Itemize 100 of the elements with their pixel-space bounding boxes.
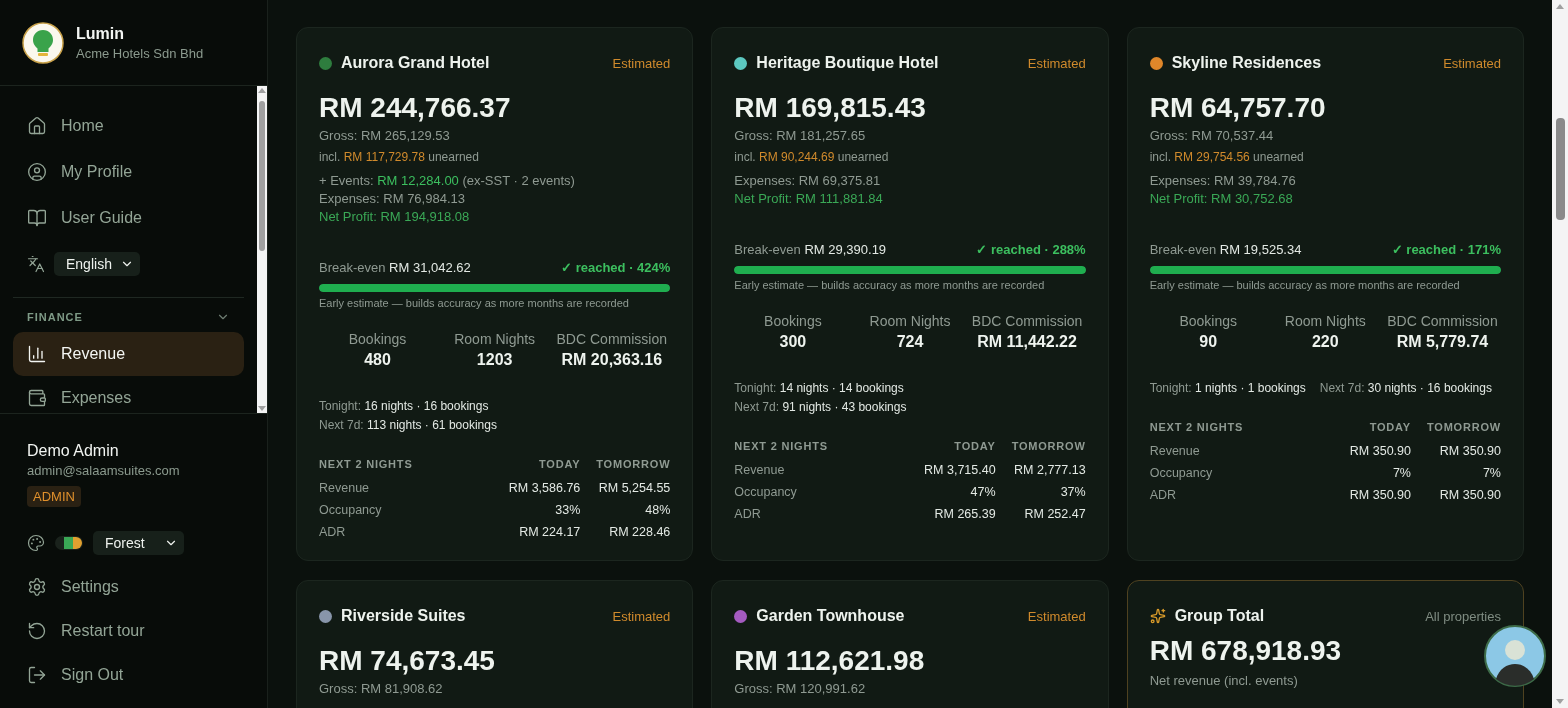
net-revenue: RM 74,673.45	[319, 645, 496, 677]
stat-label: BDC Commission	[556, 331, 667, 347]
schedule-line: Next 7d: 113 nights · 61 bookings	[319, 418, 497, 432]
events-line: + Events: RM 12,284.00 (ex-SST · 2 events)	[319, 173, 576, 188]
estimate-label: Estimated	[1443, 55, 1501, 71]
table-cell: RM 350.90	[1349, 488, 1411, 502]
unearned-line: incl. RM 90,244.69 unearned	[734, 150, 890, 164]
table-cell-text: RM 224.17	[518, 525, 581, 539]
property-name: Garden Townhouse	[756, 607, 905, 625]
stat-label: Room Nights	[1284, 313, 1366, 329]
sidebar-action[interactable]: Settings	[13, 565, 254, 609]
nav-icon	[27, 162, 47, 182]
table-cell-text: 48%	[644, 503, 671, 517]
estimate-note: Early estimate — builds accuracy as more months are recorded	[319, 297, 630, 309]
net-revenue: RM 169,815.43	[734, 92, 927, 124]
sparkle-icon	[1149, 608, 1166, 624]
property-name: Skyline Residences	[1171, 54, 1322, 72]
unearned-line: incl. RM 29,754.56 unearned	[1149, 150, 1305, 164]
table-cell-text: 7%	[1481, 466, 1501, 480]
table-cell-text: RM 2,777.13	[1013, 463, 1086, 477]
table-cell-text: RM 228.46	[608, 525, 671, 539]
net-profit: Net Profit: RM 111,881.84	[734, 191, 884, 206]
sign-out-icon	[27, 665, 47, 685]
restart-icon	[27, 621, 47, 641]
stat-label: Bookings	[1179, 313, 1237, 329]
column-header: TOMORROW	[596, 458, 671, 470]
table-cell: RM 3,715.40	[924, 463, 996, 477]
table-cell: RM 350.90	[1349, 444, 1411, 458]
schedule-line: Tonight: 16 nights · 16 bookings	[319, 399, 489, 413]
row-label: Occupancy	[734, 485, 798, 499]
language-select[interactable]: English	[54, 252, 140, 276]
stat-value: 90	[1199, 333, 1218, 351]
table-cell-text: RM 252.47	[1023, 507, 1086, 521]
table-cell-text: RM 350.90	[1438, 488, 1501, 502]
organization-name: Acme Hotels Sdn Bhd	[76, 45, 204, 61]
row-label: Revenue	[734, 463, 786, 477]
user-email: admin@salaamsuites.com	[27, 463, 181, 478]
row-label: Occupancy	[1149, 466, 1214, 480]
column-header: TODAY	[953, 440, 996, 452]
gross-revenue: Gross: RM 81,908.62	[319, 681, 444, 696]
stat-label: Bookings	[348, 331, 407, 347]
stat-value: 220	[1311, 333, 1339, 351]
property-name: Heritage Boutique Hotel	[756, 54, 939, 72]
stat-value: RM 11,442.22	[977, 333, 1077, 351]
break-even-status: ✓ reached · 171%	[1391, 242, 1501, 257]
table-cell-text: 33%	[554, 503, 581, 517]
gross-revenue: Gross: RM 181,257.65	[734, 128, 867, 143]
schedule-line: Next 7d: 91 nights · 43 bookings	[734, 400, 907, 414]
group-net-revenue: RM 678,918.93	[1149, 635, 1343, 667]
nav-link[interactable]: User Guide	[13, 195, 244, 241]
stat-label: Room Nights	[454, 331, 536, 347]
stat-label: Bookings	[764, 313, 822, 329]
row-label: Revenue	[319, 481, 371, 495]
estimate-label: Estimated	[612, 55, 671, 71]
row-label: ADR	[1149, 488, 1178, 502]
stat-value: 300	[779, 333, 807, 351]
translate-icon	[27, 255, 45, 273]
stat-value: RM 5,779.74	[1396, 333, 1489, 351]
nav-link[interactable]: My Profile	[13, 149, 244, 195]
break-even-status: ✓ reached · 424%	[561, 260, 671, 275]
net-revenue: RM 244,766.37	[319, 92, 512, 124]
sidebar-action[interactable]: Sign Out	[13, 653, 254, 697]
estimate-note: Early estimate — builds accuracy as more months are recorded	[1149, 279, 1461, 291]
break-even-amount: Break-even RM 31,042.62	[319, 260, 471, 275]
bar-chart-icon	[27, 344, 47, 364]
gross-revenue: Gross: RM 70,537.44	[1149, 128, 1275, 143]
net-revenue: RM 64,757.70	[1149, 92, 1327, 124]
expenses-line: Expenses: RM 39,784.76	[1149, 173, 1297, 188]
nav-link[interactable]: Revenue	[13, 332, 244, 376]
table-cell-text: 47%	[969, 485, 996, 499]
nav-icon	[27, 208, 47, 228]
stat-value: 724	[896, 333, 924, 351]
group-caption: Net revenue (incl. events)	[1149, 673, 1299, 688]
net-profit: Net Profit: RM 194,918.08	[319, 209, 471, 224]
nav-link[interactable]: Expenses	[13, 376, 244, 413]
estimate-label: Estimated	[1027, 55, 1086, 71]
assistant-avatar[interactable]	[1484, 625, 1546, 687]
row-label: Revenue	[1149, 444, 1201, 458]
column-header: NEXT 2 NIGHTS	[734, 440, 829, 452]
property-name: Aurora Grand Hotel	[341, 54, 490, 72]
scope-label: All properties	[1425, 608, 1501, 624]
theme-select[interactable]: Forest	[93, 531, 184, 555]
schedule-line: Next 7d: 30 nights · 16 bookings	[1319, 381, 1492, 395]
net-revenue: RM 112,621.98	[734, 645, 926, 677]
sidebar-action[interactable]: Restart tour	[13, 609, 254, 653]
wallet-icon	[27, 388, 47, 408]
column-header: TODAY	[1368, 421, 1411, 433]
stat-value: RM 20,363.16	[561, 351, 663, 369]
estimate-label: Estimated	[1027, 608, 1086, 624]
scrollbar[interactable]	[257, 86, 267, 413]
scrollbar[interactable]	[1552, 0, 1568, 708]
settings-icon	[27, 577, 47, 597]
role-tag: ADMIN	[27, 486, 81, 507]
row-label: ADR	[319, 525, 347, 539]
stat-label: Room Nights	[869, 313, 951, 329]
section-title: FINANCE	[27, 311, 83, 323]
table-cell-text: 7%	[1391, 466, 1411, 480]
table-cell-text: RM 5,254.55	[597, 481, 671, 495]
schedule-line: Tonight: 14 nights · 14 bookings	[734, 381, 904, 395]
nav-link[interactable]: Home	[13, 103, 244, 149]
